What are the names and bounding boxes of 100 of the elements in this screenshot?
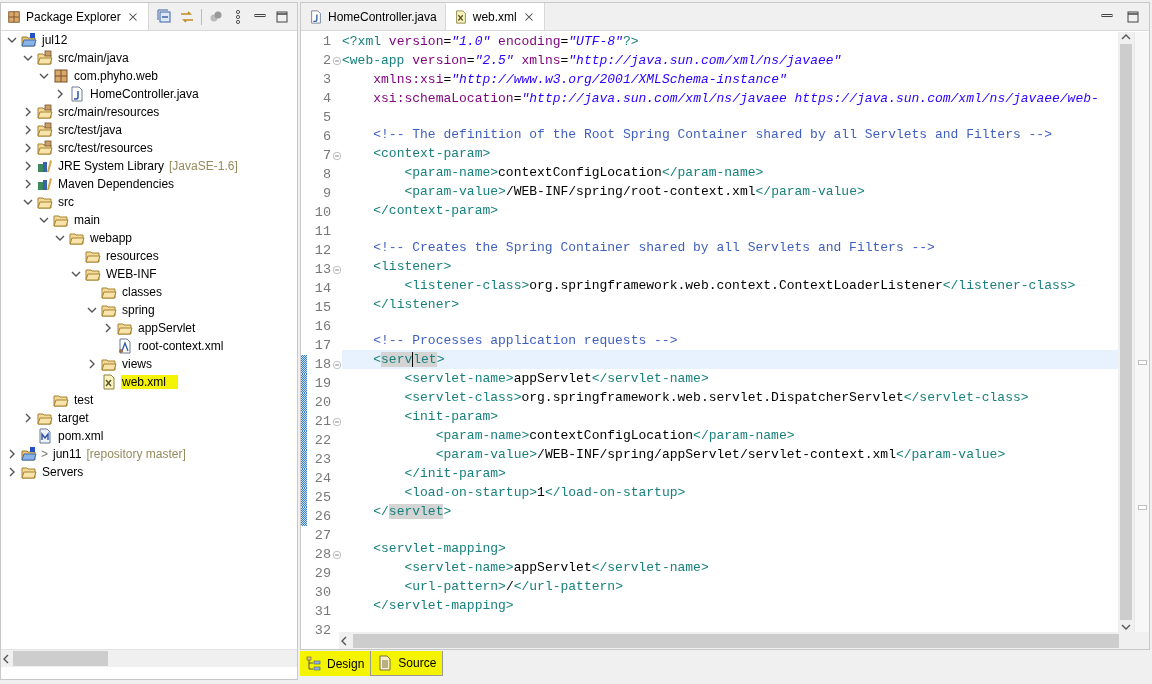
code-line: xsi:schemaLocation="http://java.sun.com/xml/ns/javaee https://java.sun.com/xml/ns/javaee/web-: [372, 90, 1099, 108]
maximize-icon[interactable]: [1125, 8, 1141, 25]
code-line: </servlet-mapping>: [372, 596, 514, 615]
code-line: xmlns:xsi="http://www.w3.org/2001/XMLSchema-instance": [372, 71, 787, 89]
vertical-scrollbar[interactable]: [1118, 32, 1134, 632]
line-number: 23: [313, 452, 331, 467]
line-number: 28: [313, 547, 331, 562]
tree-item[interactable]: src/test/resources: [57, 141, 154, 155]
tree-item[interactable]: webapp: [89, 231, 134, 245]
tree-item[interactable]: resources: [105, 249, 160, 263]
code-line: <!-- Creates the Spring Container shared by all Servlets and Filters -->: [372, 238, 935, 257]
code-line: <param-value>/WEB-INF/spring/appServlet/servlet-context.xml</param-value>: [434, 446, 1006, 465]
code-line: <servlet-class>org.springframework.web.servlet.DispatcherServlet</servlet-class>: [403, 389, 1029, 408]
page-tab[interactable]: Design: [300, 651, 371, 676]
folder-icon: [53, 212, 69, 228]
project-icon: [21, 32, 37, 48]
folder-icon: [21, 464, 37, 480]
tree-item[interactable]: spring: [121, 303, 156, 317]
horizontal-scrollbar[interactable]: [339, 632, 1149, 649]
package-icon: [53, 68, 69, 84]
tree-item[interactable]: web.xml: [121, 375, 178, 389]
tree-item[interactable]: Servers: [41, 465, 85, 479]
tree-item[interactable]: JRE System Library: [57, 159, 166, 173]
code-line: <?xml version="1.0" encoding="UTF-8"?>: [342, 33, 639, 51]
line-number: 4: [321, 91, 331, 106]
folder-icon: [101, 356, 117, 372]
code-line: <param-name>contextConfigLocation</param-name>: [403, 164, 764, 183]
page-tab[interactable]: Source: [370, 651, 444, 676]
horizontal-scrollbar[interactable]: [1, 649, 297, 667]
line-number: 2: [321, 53, 331, 68]
folder-icon: [85, 248, 101, 264]
tree-item[interactable]: src/main/java: [57, 51, 130, 65]
view-tab[interactable]: Package Explorer: [1, 3, 149, 30]
tree-item[interactable]: Maven Dependencies: [57, 177, 176, 191]
tree-item[interactable]: classes: [121, 285, 163, 299]
editor-tab[interactable]: web.xml: [445, 3, 545, 30]
line-number: 12: [313, 243, 331, 258]
line-number: 10: [313, 205, 331, 220]
code-line: </listener>: [372, 295, 460, 314]
line-number: 25: [313, 490, 331, 505]
library-icon: [37, 158, 53, 174]
line-number: 29: [313, 566, 331, 581]
code-line: <servlet-name>appServlet</servlet-name>: [403, 370, 709, 389]
java-file-icon: [309, 10, 323, 24]
code-line: <load-on-startup>1</load-on-startup>: [403, 484, 686, 503]
code-line: <param-name>contextConfigLocation</param-name>: [434, 427, 795, 446]
code-line: <url-pattern>/</url-pattern>: [403, 577, 623, 596]
code-line: <servlet-mapping>: [372, 539, 506, 558]
tree-item[interactable]: WEB-INF: [105, 267, 158, 281]
document-icon: [377, 655, 394, 671]
code-line: <servlet-name>appServlet</servlet-name>: [403, 558, 709, 577]
line-number: 18: [313, 357, 331, 372]
line-number: 26: [313, 509, 331, 524]
tree-item[interactable]: root-context.xml: [137, 339, 225, 353]
tree-icon: [306, 655, 322, 672]
scroll-down-icon[interactable]: [1121, 622, 1131, 632]
tree-item[interactable]: src/main/resources: [57, 105, 161, 119]
folder-icon: [101, 284, 117, 300]
line-number: 5: [321, 110, 331, 125]
folder-icon: [85, 266, 101, 282]
folder-icon: [37, 194, 53, 210]
tree-item[interactable]: jul12: [41, 33, 69, 47]
line-number: 11: [313, 224, 331, 239]
line-number: 30: [313, 585, 331, 600]
tree-item[interactable]: src/test/java: [57, 123, 124, 137]
line-number: 14: [313, 281, 331, 296]
tree-item[interactable]: src: [57, 195, 75, 209]
tree-item[interactable]: HomeController.java: [89, 87, 200, 101]
tree-item[interactable]: pom.xml: [57, 429, 105, 443]
git-prefix: >: [41, 447, 48, 461]
scroll-left-icon[interactable]: [1, 653, 11, 664]
tree-item[interactable]: views: [121, 357, 153, 371]
line-number: 16: [313, 319, 331, 334]
code-line: </servlet>: [372, 503, 452, 522]
folder-icon: [117, 320, 133, 336]
line-number: 27: [313, 528, 331, 543]
tree-item[interactable]: target: [57, 411, 90, 425]
scroll-left-icon[interactable]: [339, 635, 349, 646]
source-folder-icon: [37, 50, 53, 66]
tree-item[interactable]: com.phyho.web: [73, 69, 160, 83]
spring-file-icon: [117, 338, 133, 354]
maven-file-icon: [37, 428, 53, 444]
code-line: </init-param>: [403, 465, 506, 484]
line-number: 3: [321, 72, 331, 87]
tree-item[interactable]: test: [73, 393, 95, 407]
line-number: 19: [313, 376, 331, 391]
folder-icon: [53, 392, 69, 408]
library-icon: [37, 176, 53, 192]
maximize-icon[interactable]: [273, 8, 290, 25]
code-line: <web-app version="2.5" xmlns="http://java.sun.com/xml/ns/javaee": [342, 52, 842, 70]
line-number: 7: [321, 148, 331, 163]
line-number: 21: [313, 414, 331, 429]
tree-item[interactable]: appServlet: [137, 321, 197, 335]
editor-tab[interactable]: HomeController.java: [301, 4, 446, 30]
folder-icon: [69, 230, 85, 246]
tree-item[interactable]: main: [73, 213, 101, 227]
scroll-up-icon[interactable]: [1121, 32, 1131, 42]
line-number: 31: [313, 604, 331, 619]
tree-item[interactable]: jun11: [52, 447, 83, 461]
collapse-all-icon[interactable]: [156, 8, 173, 25]
